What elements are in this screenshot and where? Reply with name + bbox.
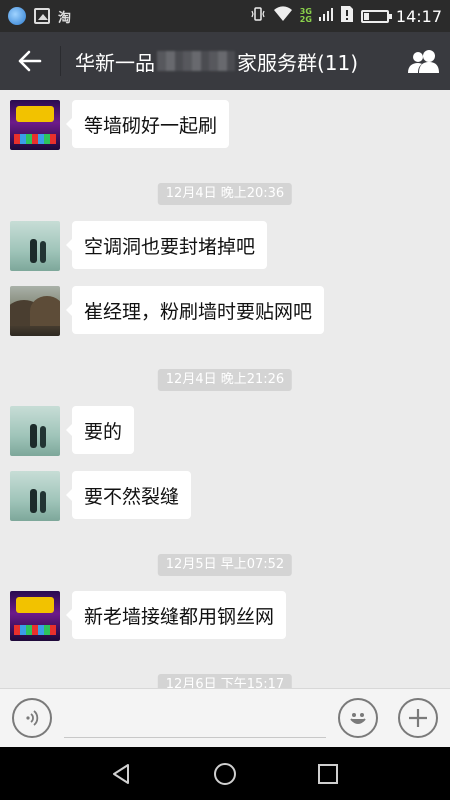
arrow-left-icon (18, 50, 42, 72)
more-button[interactable] (398, 698, 438, 738)
message-bubble[interactable]: 等墙砌好一起刷 (65, 100, 230, 148)
timestamp-divider: 12月4日 晚上21:26 (157, 369, 293, 391)
triangle-back-icon (112, 763, 129, 784)
taobao-notification-icon: 淘 (58, 10, 72, 26)
avatar[interactable] (10, 471, 60, 521)
square-recents-icon (318, 763, 339, 784)
message-row: 要的 (10, 406, 135, 456)
plus-icon (409, 709, 427, 727)
message-bubble[interactable]: 要不然裂缝 (65, 471, 192, 519)
message-row: 崔经理，粉刷墙时要贴网吧 (10, 286, 325, 336)
browser-notification-icon (8, 7, 26, 25)
avatar[interactable] (10, 286, 60, 336)
message-list[interactable]: 等墙砌好一起刷 12月4日 晚上20:36 空调洞也要封堵掉吧 崔经理，粉刷墙时… (0, 90, 450, 688)
system-navigation-bar (0, 747, 450, 800)
title-divider (60, 46, 61, 76)
message-row: 要不然裂缝 (10, 471, 192, 521)
message-bubble[interactable]: 新老墙接缝都用钢丝网 (65, 591, 287, 639)
timestamp-divider: 12月5日 早上07:52 (157, 554, 293, 576)
network-type-indicator: 3G 2G (300, 8, 312, 24)
avatar[interactable] (10, 221, 60, 271)
status-system: 3G 2G 14:17 (250, 5, 442, 27)
group-members-button[interactable] (398, 32, 450, 90)
avatar[interactable] (10, 591, 60, 641)
back-button[interactable] (0, 32, 60, 90)
chat-header: 华新一品 家服务群(11) (0, 32, 450, 90)
sim-alert-icon (340, 5, 354, 27)
emoji-button[interactable] (338, 698, 378, 738)
message-input-bar (0, 688, 450, 747)
signal-icon (318, 7, 333, 25)
timestamp-divider: 12月6日 下午15:17 (157, 674, 293, 688)
battery-icon (360, 9, 392, 23)
redacted-title-segment (157, 51, 235, 71)
battery-level (363, 12, 369, 20)
vibrate-icon (250, 6, 266, 26)
chat-title-right: 家服务群(11) (237, 50, 359, 75)
status-notifications: 淘 (8, 7, 71, 26)
voice-icon (26, 710, 39, 726)
avatar[interactable] (10, 406, 60, 456)
nav-home-button[interactable] (205, 754, 245, 794)
voice-button[interactable] (12, 698, 52, 738)
avatar[interactable] (10, 100, 60, 150)
message-bubble[interactable]: 崔经理，粉刷墙时要贴网吧 (65, 286, 325, 334)
status-time: 14:17 (395, 6, 442, 26)
group-members-icon (408, 50, 439, 73)
message-row: 空调洞也要封堵掉吧 (10, 221, 268, 271)
chat-title: 华新一品 家服务群(11) (75, 47, 358, 76)
circle-home-icon (213, 762, 236, 785)
message-row: 等墙砌好一起刷 (10, 100, 230, 150)
input-actions (338, 698, 438, 738)
timestamp-divider: 12月4日 晚上20:36 (157, 183, 293, 205)
chat-title-left: 华新一品 (75, 50, 155, 75)
gallery-notification-icon (34, 8, 50, 24)
message-input[interactable] (64, 698, 326, 738)
network-type-bottom: 2G (299, 15, 312, 24)
status-bar: 淘 3G 2G 14:17 (0, 0, 450, 32)
message-row: 新老墙接缝都用钢丝网 (10, 591, 287, 641)
nav-recents-button[interactable] (308, 754, 348, 794)
nav-back-button[interactable] (102, 754, 142, 794)
wifi-icon (273, 6, 293, 26)
message-bubble[interactable]: 要的 (65, 406, 135, 454)
message-bubble[interactable]: 空调洞也要封堵掉吧 (65, 221, 268, 269)
emoji-icon (350, 713, 366, 724)
